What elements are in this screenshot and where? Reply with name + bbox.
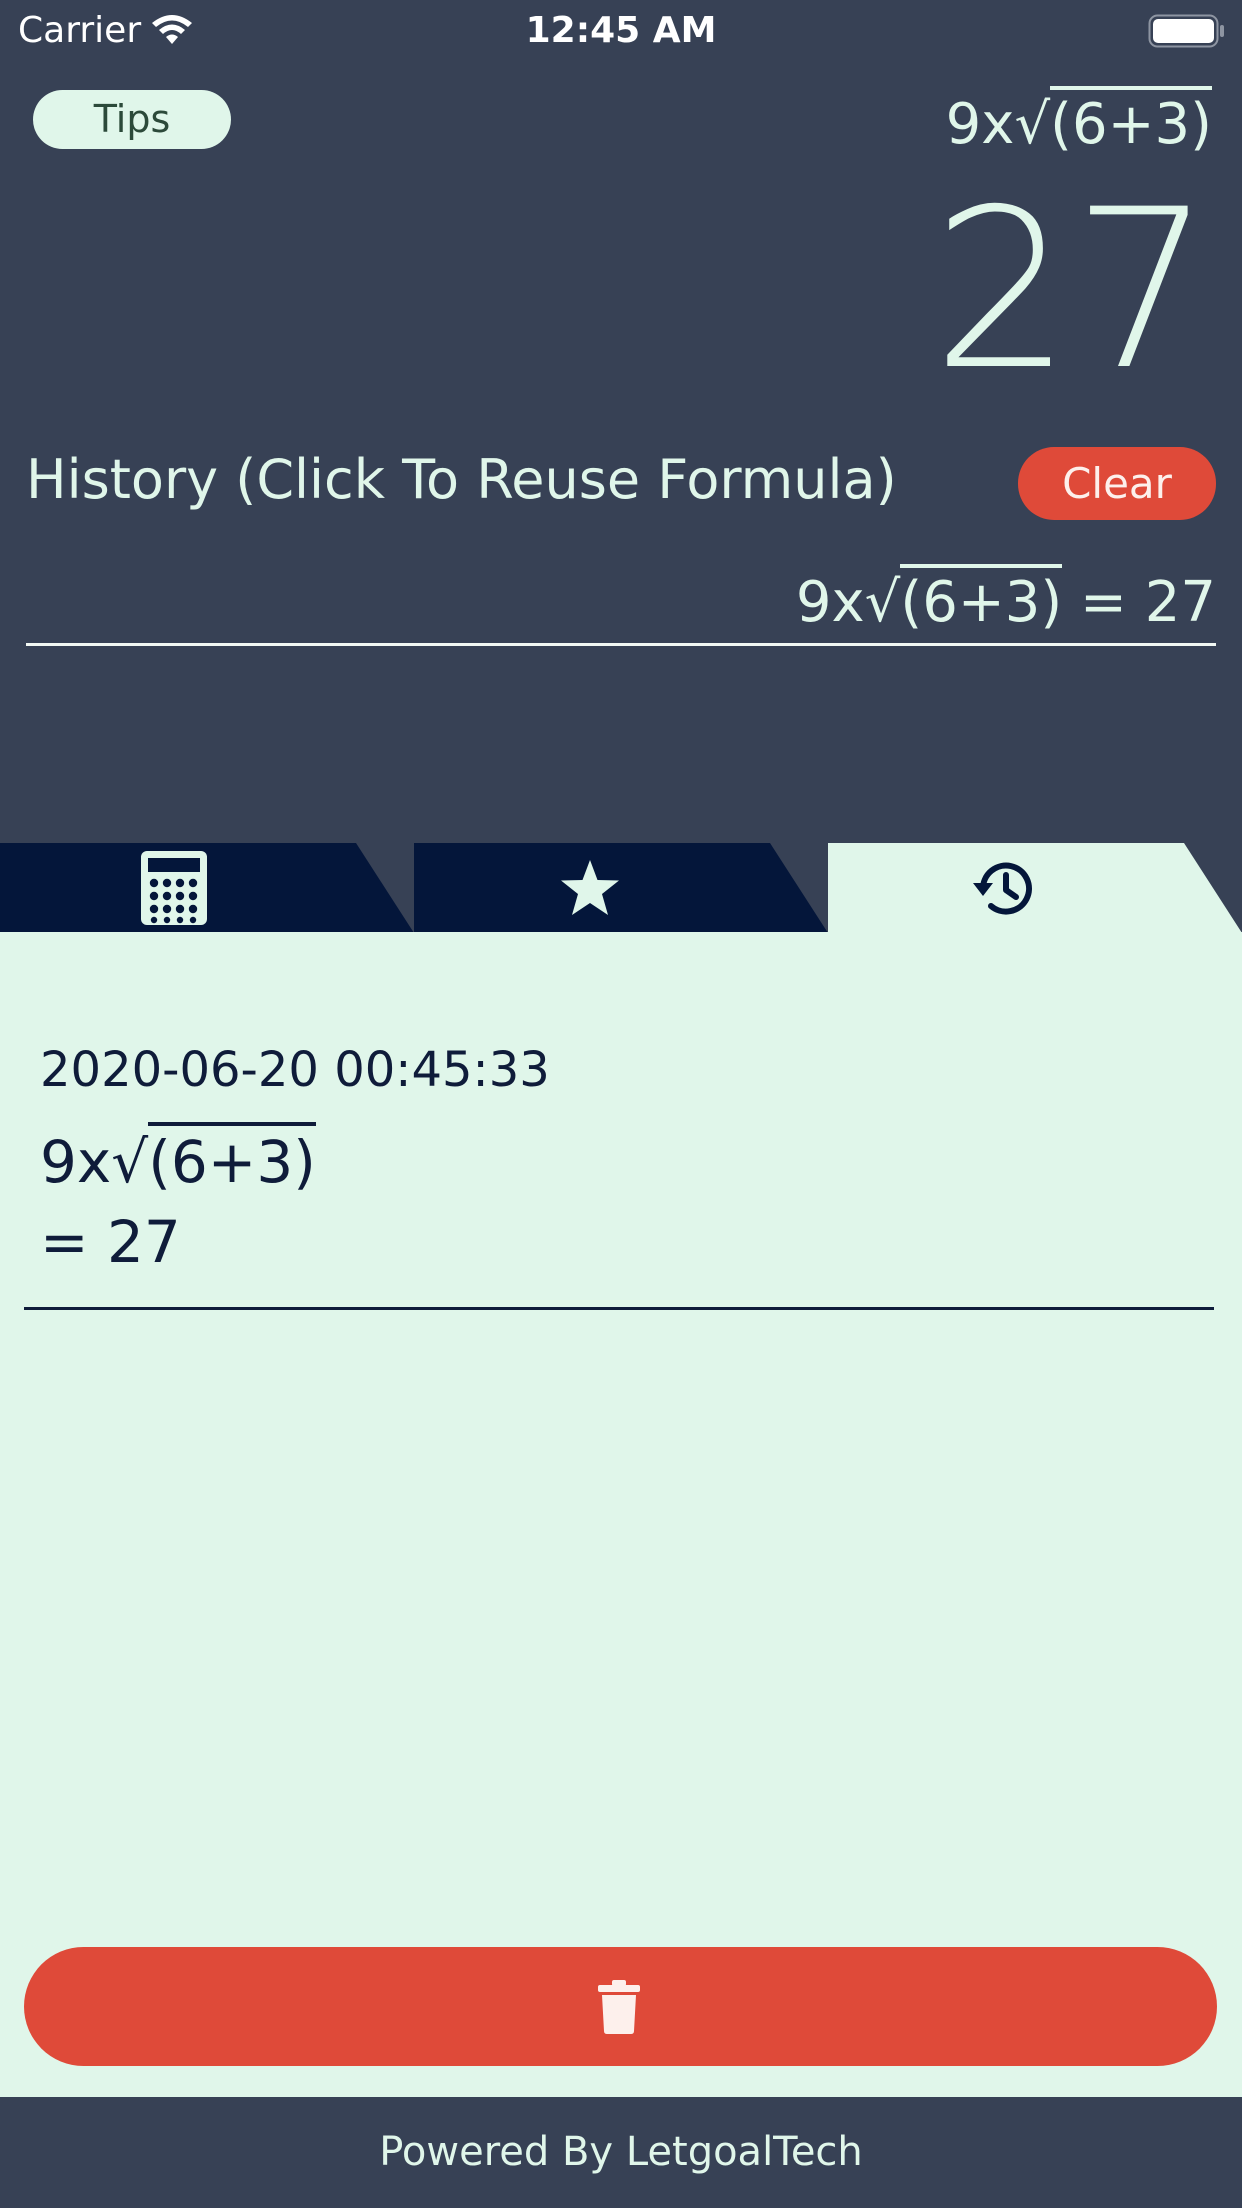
result-display: 27 xyxy=(932,162,1212,418)
history-entry-formula: 9x√(6+3) = 27 xyxy=(795,564,1216,635)
calculator-icon xyxy=(141,851,207,925)
expression-radicand: (6+3) xyxy=(1050,86,1212,157)
tab-history[interactable] xyxy=(828,843,1242,933)
record-date: 2020-06-20 00:45:33 xyxy=(40,1042,550,1098)
trash-icon xyxy=(598,1980,640,2034)
tab-strip xyxy=(0,843,1242,933)
history-title: History (Click To Reuse Formula) xyxy=(26,448,897,511)
history-icon xyxy=(973,862,1032,915)
expression-prefix: 9x√ xyxy=(945,92,1051,157)
record-expression: 9x√(6+3) xyxy=(40,1122,316,1196)
current-expression: 9x√(6+3) xyxy=(945,86,1212,160)
history-entry[interactable]: 9x√(6+3) = 27 xyxy=(26,564,1216,646)
history-record[interactable]: 2020-06-20 00:45:33 9x√(6+3) = 27 xyxy=(24,990,1214,1310)
record-expression-radicand: (6+3) xyxy=(148,1122,316,1196)
record-expression-prefix: 9x√ xyxy=(40,1128,149,1196)
history-panel: 2020-06-20 00:45:33 9x√(6+3) = 27 xyxy=(0,932,1242,2097)
tips-button[interactable]: Tips xyxy=(33,90,231,149)
star-icon xyxy=(561,860,619,915)
footer: Powered By LetgoalTech xyxy=(0,2097,1242,2208)
tab-favorites[interactable] xyxy=(414,843,828,933)
record-result: = 27 xyxy=(40,1208,181,1276)
delete-all-button[interactable] xyxy=(24,1947,1217,2066)
history-entry-prefix: 9x√ xyxy=(795,570,901,635)
history-entry-result: = 27 xyxy=(1062,570,1216,635)
status-time: 12:45 AM xyxy=(525,10,717,51)
status-bar: Carrier 12:45 AM xyxy=(0,0,1242,62)
battery-icon xyxy=(1148,14,1224,48)
tab-calculator[interactable] xyxy=(0,843,414,933)
history-entry-radicand: (6+3) xyxy=(900,564,1063,635)
clear-button[interactable]: Clear xyxy=(1018,447,1216,520)
